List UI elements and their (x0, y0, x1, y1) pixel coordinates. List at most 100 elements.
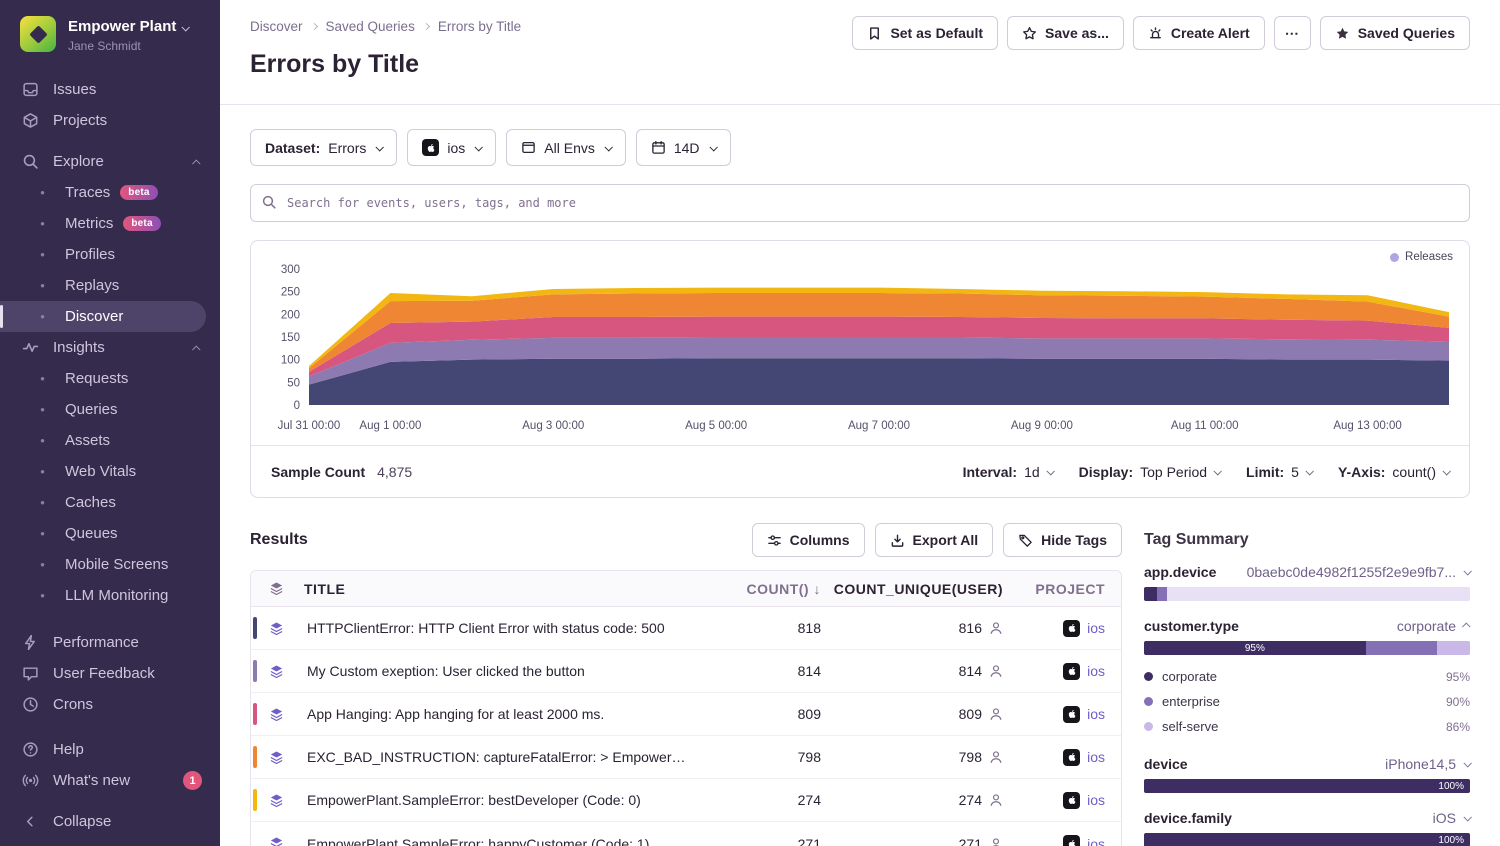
columns-button[interactable]: Columns (752, 523, 865, 557)
interval-dropdown[interactable]: Interval: 1d (963, 464, 1053, 480)
project-link[interactable]: ios (1087, 749, 1105, 765)
search-input[interactable] (250, 184, 1470, 222)
sidebar-item-requests[interactable]: •Requests (0, 363, 220, 394)
sidebar-item-discover[interactable]: • Discover (0, 301, 206, 332)
sidebar-item-assets[interactable]: •Assets (0, 425, 220, 456)
project-selector[interactable]: ios (407, 129, 496, 166)
breadcrumb-saved-queries[interactable]: Saved Queries (326, 19, 415, 34)
table-row[interactable]: HTTPClientError: HTTP Client Error with … (251, 607, 1121, 650)
sidebar-item-queries[interactable]: •Queries (0, 394, 220, 425)
breadcrumb-discover[interactable]: Discover (250, 19, 303, 34)
count-unique-value: 816 (959, 620, 982, 636)
results-table: TITLE COUNT() ↓ COUNT_UNIQUE(USER) PROJE… (250, 570, 1122, 846)
sidebar-item-issues[interactable]: Issues (0, 74, 220, 105)
sidebar-item-llm-monitoring[interactable]: •LLM Monitoring (0, 580, 220, 611)
main-content: Discover Saved Queries Errors by Title E… (220, 0, 1500, 846)
org-switcher[interactable]: Empower Plant Jane Schmidt (0, 0, 220, 64)
star-icon (1022, 26, 1037, 41)
sidebar-section-insights[interactable]: Insights (0, 332, 220, 363)
chevron-up-icon (194, 339, 200, 356)
bullet-icon: • (34, 371, 51, 386)
sidebar-item-profiles[interactable]: • Profiles (0, 239, 220, 270)
tag-name: device (1144, 756, 1188, 772)
more-actions-button[interactable]: ⋯ (1274, 16, 1311, 50)
project-link[interactable]: ios (1087, 836, 1105, 846)
chart-legend-releases[interactable]: Releases (1390, 251, 1453, 263)
count-value: 271 (703, 836, 821, 846)
tag-legend-item[interactable]: self-serve 86% (1144, 714, 1470, 739)
tag-value-toggle[interactable]: corporate (1397, 618, 1470, 634)
sidebar-item-label: Metrics (65, 215, 113, 232)
project-link[interactable]: ios (1087, 792, 1105, 808)
sidebar-item-web-vitals[interactable]: •Web Vitals (0, 456, 220, 487)
legend-dot-icon (1144, 697, 1153, 706)
sidebar-collapse-button[interactable]: Collapse (0, 806, 220, 837)
saved-queries-button[interactable]: Saved Queries (1320, 16, 1470, 50)
set-as-default-button[interactable]: Set as Default (852, 16, 998, 50)
sidebar-item-performance[interactable]: Performance (0, 627, 220, 658)
error-title[interactable]: EXC_BAD_INSTRUCTION: captureFatalError: … (307, 749, 703, 765)
count-unique-value: 809 (959, 706, 982, 722)
column-header-count[interactable]: COUNT() ↓ (703, 581, 821, 597)
table-row[interactable]: EmpowerPlant.SampleError: happyCustomer … (251, 822, 1121, 846)
display-dropdown[interactable]: Display: Top Period (1079, 464, 1220, 480)
environment-selector[interactable]: All Envs (506, 129, 626, 166)
environment-value: All Envs (544, 140, 595, 156)
sidebar-item-projects[interactable]: Projects (0, 105, 220, 136)
sidebar-item-mobile-screens[interactable]: •Mobile Screens (0, 549, 220, 580)
sidebar-item-user-feedback[interactable]: User Feedback (0, 658, 220, 689)
sidebar-item-traces[interactable]: • Traces beta (0, 177, 220, 208)
error-title[interactable]: My Custom exeption: User clicked the but… (307, 663, 703, 679)
legend-label: Releases (1405, 251, 1453, 263)
table-row[interactable]: EXC_BAD_INSTRUCTION: captureFatalError: … (251, 736, 1121, 779)
date-range-selector[interactable]: 14D (636, 129, 731, 166)
tag-block-device: device iPhone14,5 100% (1144, 756, 1470, 793)
error-title[interactable]: HTTPClientError: HTTP Client Error with … (307, 620, 703, 636)
bookmark-icon (867, 26, 882, 41)
ellipsis-icon: ⋯ (1285, 25, 1300, 42)
project-link[interactable]: ios (1087, 663, 1105, 679)
sidebar-item-metrics[interactable]: • Metrics beta (0, 208, 220, 239)
table-row[interactable]: App Hanging: App hanging for at least 20… (251, 693, 1121, 736)
tag-value-toggle[interactable]: iPhone14,5 (1385, 756, 1470, 772)
layers-icon (269, 750, 284, 765)
column-header-count-unique[interactable]: COUNT_UNIQUE(USER) (821, 581, 1003, 597)
apple-icon (1063, 620, 1080, 637)
error-title[interactable]: EmpowerPlant.SampleError: bestDeveloper … (307, 792, 703, 808)
calendar-icon (651, 140, 666, 155)
project-link[interactable]: ios (1087, 620, 1105, 636)
sidebar-item-crons[interactable]: Crons (0, 689, 220, 720)
hide-tags-button[interactable]: Hide Tags (1003, 523, 1122, 557)
yaxis-dropdown[interactable]: Y-Axis: count() (1338, 464, 1449, 480)
table-row[interactable]: EmpowerPlant.SampleError: bestDeveloper … (251, 779, 1121, 822)
tag-value-toggle[interactable]: iOS (1433, 810, 1470, 826)
sort-desc-icon: ↓ (814, 581, 822, 597)
sidebar-item-queues[interactable]: •Queues (0, 518, 220, 549)
sidebar-item-replays[interactable]: • Replays (0, 270, 220, 301)
save-as-button[interactable]: Save as... (1007, 16, 1124, 50)
sidebar-section-explore[interactable]: Explore (0, 146, 220, 177)
tag-value-toggle[interactable]: 0baebc0de4982f1255f2e9e9fb7... (1247, 564, 1470, 580)
create-alert-button[interactable]: Create Alert (1133, 16, 1265, 50)
table-row[interactable]: My Custom exeption: User clicked the but… (251, 650, 1121, 693)
clock-icon (22, 696, 39, 713)
limit-dropdown[interactable]: Limit: 5 (1246, 464, 1312, 480)
sidebar-item-label: Profiles (65, 246, 115, 263)
sidebar-item-help[interactable]: Help (0, 734, 220, 765)
sidebar-item-whats-new[interactable]: What's new 1 (0, 765, 220, 796)
sidebar-item-label: Assets (65, 432, 110, 449)
button-label: Create Alert (1171, 25, 1250, 41)
button-label: Hide Tags (1041, 532, 1107, 548)
export-all-button[interactable]: Export All (875, 523, 994, 557)
column-header-project[interactable]: PROJECT (1003, 581, 1121, 597)
error-title[interactable]: App Hanging: App hanging for at least 20… (307, 706, 703, 722)
error-title[interactable]: EmpowerPlant.SampleError: happyCustomer … (307, 836, 703, 846)
count-unique-value: 274 (959, 792, 982, 808)
sidebar-item-caches[interactable]: •Caches (0, 487, 220, 518)
tag-legend-item[interactable]: corporate 95% (1144, 664, 1470, 689)
tag-legend-item[interactable]: enterprise 90% (1144, 689, 1470, 714)
dataset-selector[interactable]: Dataset: Errors (250, 129, 397, 166)
column-header-title[interactable]: TITLE (284, 581, 703, 597)
sidebar-section-label: Insights (53, 339, 105, 356)
project-link[interactable]: ios (1087, 706, 1105, 722)
